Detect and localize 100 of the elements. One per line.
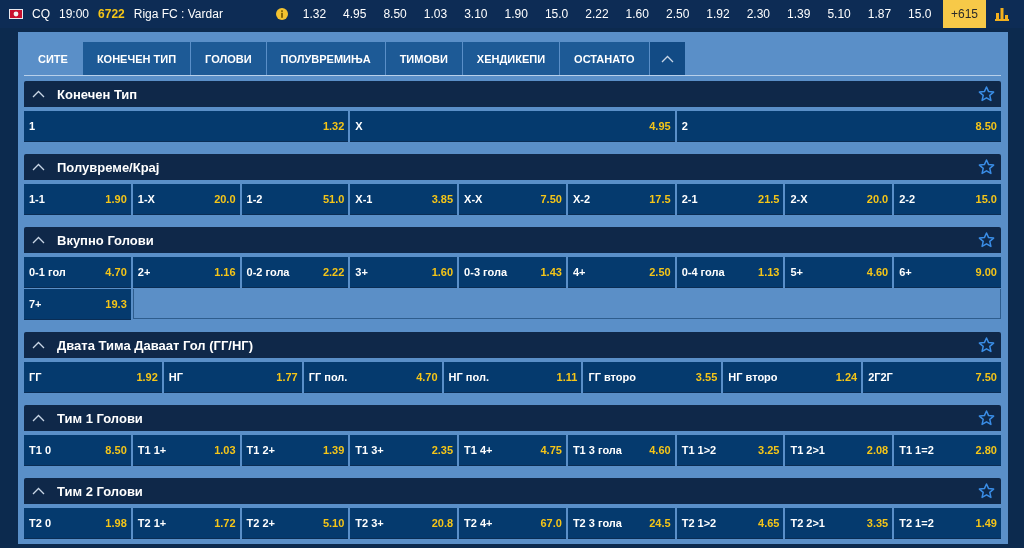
market-header[interactable]: Тим 1 Голови — [24, 405, 1001, 431]
odds-button[interactable]: Т2 1>2 4.65 — [676, 508, 784, 538]
odds-button[interactable]: X-2 17.5 — [567, 184, 675, 214]
star-icon[interactable] — [978, 86, 995, 102]
market-title: Полувреме/Крај — [57, 159, 161, 175]
odds-value[interactable]: 2.30 — [738, 7, 779, 21]
odds-value[interactable]: 1.90 — [496, 7, 537, 21]
chevron-up-icon[interactable] — [32, 341, 45, 349]
odds-value[interactable]: 15.0 — [536, 7, 577, 21]
match-time: 19:00 — [59, 7, 90, 21]
info-icon[interactable] — [276, 8, 289, 20]
market-tab[interactable]: ПОЛУВРЕМИЊА — [266, 42, 385, 75]
odds-button[interactable]: Т1 4+ 4.75 — [459, 435, 566, 465]
odds-button[interactable]: 4+ 2.50 — [567, 257, 675, 287]
odds-button[interactable]: ГГ пол. 4.70 — [303, 362, 442, 392]
odds-button[interactable]: 2-1 21.5 — [676, 184, 784, 214]
star-icon[interactable] — [978, 232, 995, 248]
odds-button[interactable]: Т1 2+ 1.39 — [241, 435, 349, 465]
odds-value[interactable]: 2.50 — [657, 7, 698, 21]
chevron-up-icon[interactable] — [32, 236, 45, 244]
bar-chart-icon[interactable] — [995, 7, 1009, 21]
odds-button[interactable]: 1-1 1.90 — [24, 184, 131, 214]
odds-button[interactable]: ГГ 1.92 — [24, 362, 162, 392]
odds-button[interactable]: 5+ 4.60 — [785, 257, 893, 287]
odds-value[interactable]: 1.32 — [294, 7, 335, 21]
odds-button[interactable]: 3+ 1.60 — [350, 257, 458, 287]
odds-button[interactable]: Т2 4+ 67.0 — [459, 508, 566, 538]
odds-button[interactable]: Т1 0 8.50 — [24, 435, 131, 465]
market-header[interactable]: Вкупно Голови — [24, 227, 1001, 253]
market-title: Тим 2 Голови — [57, 483, 144, 499]
odds-button[interactable]: 0-3 гола 1.43 — [459, 257, 566, 287]
odds-button[interactable]: 2 8.50 — [676, 111, 1001, 141]
odds-button[interactable]: Т2 2+ 5.10 — [241, 508, 349, 538]
odds-button[interactable]: НГ второ 1.24 — [723, 362, 862, 392]
odds-button[interactable]: Т2 1+ 1.72 — [132, 508, 240, 538]
odds-value[interactable]: 15.0 — [899, 7, 940, 21]
more-markets-button[interactable]: +615 — [942, 0, 986, 28]
market-header[interactable]: Тим 2 Голови — [24, 478, 1001, 504]
odds-button[interactable]: Т1 1>2 3.25 — [676, 435, 784, 465]
chevron-up-icon[interactable] — [32, 414, 45, 422]
odds-button[interactable]: 1-X 20.0 — [132, 184, 240, 214]
market-tab[interactable]: ХЕНДИКЕПИ — [462, 42, 560, 75]
odds-button[interactable]: Т2 0 1.98 — [24, 508, 131, 538]
match-code: 6722 — [98, 7, 125, 21]
odds-button[interactable]: 1-2 51.0 — [241, 184, 349, 214]
odds-button[interactable]: 2-X 20.0 — [785, 184, 893, 214]
star-icon[interactable] — [978, 410, 995, 426]
odds-button[interactable]: 0-1 гол 4.70 — [24, 257, 131, 287]
market-header[interactable]: Конечен Тип — [24, 81, 1001, 107]
odds-button[interactable]: Т2 3 гола 24.5 — [567, 508, 675, 538]
odds-button[interactable]: X-X 7.50 — [459, 184, 566, 214]
odds-button[interactable]: Т1 1=2 2.80 — [894, 435, 1001, 465]
market-title: Вкупно Голови — [57, 232, 155, 248]
odds-value[interactable]: 2.22 — [576, 7, 618, 21]
odds-value[interactable]: 1.39 — [778, 7, 819, 21]
odds-value[interactable]: 1.87 — [859, 7, 900, 21]
market-header[interactable]: Полувреме/Крај — [24, 154, 1001, 180]
odds-button[interactable]: Т2 3+ 20.8 — [350, 508, 458, 538]
odds-button[interactable]: 2Г2Г 7.50 — [863, 362, 1001, 392]
chevron-up-icon — [660, 54, 674, 63]
odds-button[interactable]: НГ пол. 1.11 — [443, 362, 582, 392]
odds-value[interactable]: 1.92 — [697, 7, 739, 21]
odds-value[interactable]: 5.10 — [818, 7, 860, 21]
chevron-up-icon[interactable] — [32, 487, 45, 495]
odds-button[interactable]: 0-2 гола 2.22 — [241, 257, 349, 287]
odds-value[interactable]: 4.95 — [334, 7, 375, 21]
market-tab[interactable]: ТИМОВИ — [385, 42, 462, 75]
odds-button[interactable]: Т2 1=2 1.49 — [894, 508, 1001, 538]
flag-icon — [9, 9, 23, 19]
odds-button[interactable]: 1 1.32 — [24, 111, 349, 141]
market-header[interactable]: Двата Тима Даваат Гол (ГГ/НГ) — [24, 332, 1001, 358]
market-tab[interactable]: ГОЛОВИ — [191, 42, 266, 75]
market-tab[interactable]: КОНЕЧЕН ТИП — [82, 42, 191, 75]
odds-value[interactable]: 1.03 — [415, 7, 456, 21]
market-tab[interactable]: ОСТАНАТО — [560, 42, 649, 75]
star-icon[interactable] — [978, 337, 995, 353]
star-icon[interactable] — [978, 483, 995, 499]
star-icon[interactable] — [978, 159, 995, 175]
market-title: Конечен Тип — [57, 86, 139, 102]
odds-button[interactable]: Т1 2>1 2.08 — [785, 435, 893, 465]
odds-button[interactable]: НГ 1.77 — [163, 362, 302, 392]
chevron-up-icon[interactable] — [32, 163, 45, 171]
odds-value[interactable]: 8.50 — [374, 7, 416, 21]
odds-button[interactable]: 2+ 1.16 — [132, 257, 240, 287]
odds-button[interactable]: X-1 3.85 — [350, 184, 458, 214]
odds-button[interactable]: Т1 3+ 2.35 — [350, 435, 458, 465]
odds-button[interactable]: ГГ второ 3.55 — [583, 362, 722, 392]
odds-button[interactable]: Т1 1+ 1.03 — [132, 435, 240, 465]
odds-button[interactable]: X 4.95 — [350, 111, 675, 141]
odds-value[interactable]: 3.10 — [455, 7, 496, 21]
odds-value[interactable]: 1.60 — [617, 7, 658, 21]
odds-button[interactable]: Т1 3 гола 4.60 — [567, 435, 675, 465]
odds-button[interactable]: 2-2 15.0 — [894, 184, 1001, 214]
odds-button[interactable]: 7+ 19.3 — [24, 289, 131, 319]
odds-button[interactable]: 6+ 9.00 — [894, 257, 1001, 287]
odds-button[interactable]: Т2 2>1 3.35 — [785, 508, 893, 538]
collapse-button[interactable] — [649, 42, 685, 75]
odds-button[interactable]: 0-4 гола 1.13 — [676, 257, 784, 287]
chevron-up-icon[interactable] — [32, 90, 45, 98]
country-code: CQ — [32, 7, 50, 21]
